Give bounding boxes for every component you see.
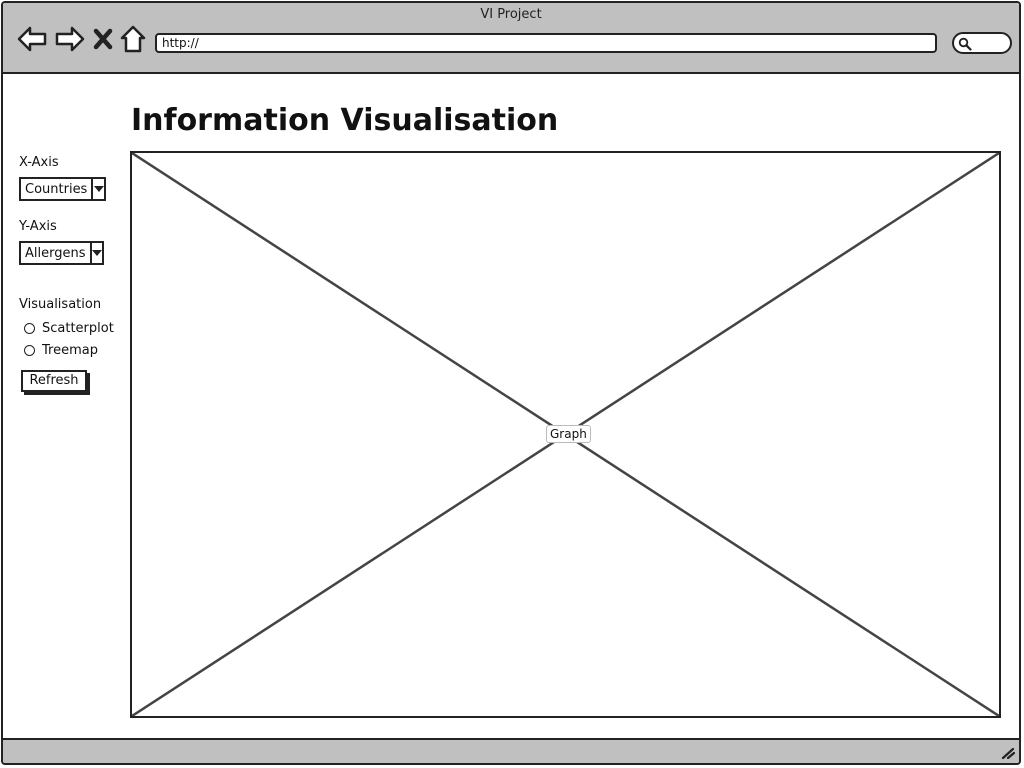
- chevron-down-icon[interactable]: [91, 179, 104, 199]
- browser-window: VI Project http:// Information Visualisa…: [1, 1, 1021, 765]
- radio-button[interactable]: [24, 345, 35, 356]
- radio-treemap-label: Treemap: [42, 343, 98, 358]
- forward-arrow-icon[interactable]: [54, 23, 86, 55]
- home-icon[interactable]: [119, 23, 147, 55]
- address-bar[interactable]: http://: [155, 33, 937, 53]
- x-axis-select[interactable]: Countries: [19, 177, 106, 201]
- back-arrow-icon[interactable]: [16, 23, 48, 55]
- y-axis-select-value: Allergens: [25, 245, 86, 261]
- search-icon: [958, 37, 972, 51]
- radio-button[interactable]: [24, 323, 35, 334]
- resize-grip-icon[interactable]: [1001, 747, 1015, 759]
- visualisation-label: Visualisation: [19, 297, 102, 312]
- status-bar: [3, 738, 1019, 763]
- graph-label: Graph: [546, 425, 591, 443]
- close-icon[interactable]: [91, 23, 115, 55]
- chevron-down-icon[interactable]: [89, 243, 103, 263]
- refresh-button[interactable]: Refresh: [21, 370, 87, 392]
- window-title: VI Project: [480, 7, 542, 22]
- x-axis-label: X-Axis: [19, 155, 59, 170]
- search-box[interactable]: [952, 32, 1012, 54]
- graph-placeholder: Graph: [130, 151, 1001, 718]
- y-axis-label: Y-Axis: [19, 219, 57, 234]
- browser-toolbar: VI Project http://: [3, 3, 1019, 74]
- page-title: Information Visualisation: [131, 103, 559, 138]
- radio-scatterplot-label: Scatterplot: [42, 321, 114, 336]
- radio-scatterplot[interactable]: Scatterplot: [24, 321, 114, 336]
- y-axis-select[interactable]: Allergens: [19, 241, 104, 265]
- radio-treemap[interactable]: Treemap: [24, 343, 98, 358]
- x-axis-select-value: Countries: [25, 181, 88, 197]
